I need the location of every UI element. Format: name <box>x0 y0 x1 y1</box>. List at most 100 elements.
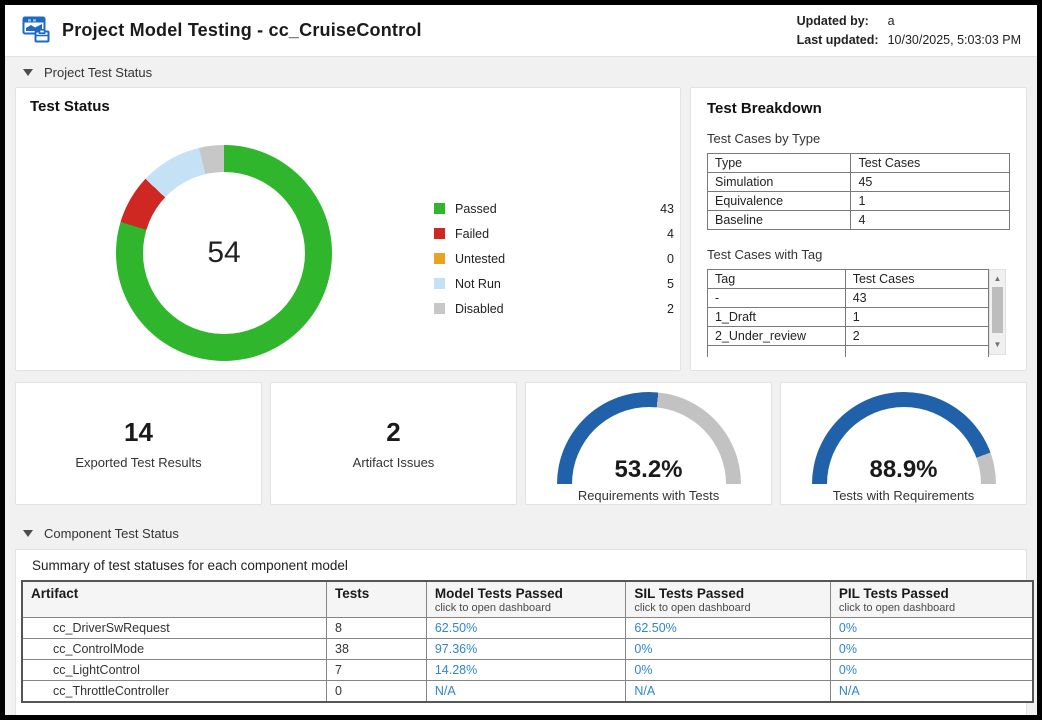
cell: - <box>708 289 846 308</box>
pil-tests-passed-link[interactable]: 0% <box>830 618 1033 639</box>
table-row: Baseline4 <box>708 211 1010 230</box>
legend-label: Failed <box>455 227 489 241</box>
tests-cell: 38 <box>327 639 427 660</box>
legend-item-passed[interactable]: Passed 43 <box>434 196 674 221</box>
legend-value: 4 <box>667 227 674 241</box>
tests-with-requirements-label: Tests with Requirements <box>833 488 975 503</box>
legend-swatch <box>434 203 445 214</box>
cell: 1 <box>845 308 988 327</box>
component-row-cc_ThrottleController: cc_ThrottleController0N/AN/AN/A <box>22 681 1033 702</box>
legend-value: 0 <box>667 252 674 266</box>
updated-by-value: a <box>888 12 1021 30</box>
test-cases-with-tag-table: TagTest Cases-431_Draft12_Under_review2 <box>707 269 989 357</box>
column-header-model-tests-passed: Model Tests Passedclick to open dashboar… <box>426 581 626 618</box>
sil-tests-passed-link[interactable]: 62.50% <box>626 618 831 639</box>
column-label: Tests <box>335 586 418 601</box>
cell <box>708 346 846 358</box>
tests-cell: 0 <box>327 681 427 702</box>
legend-item-not-run[interactable]: Not Run 5 <box>434 271 674 296</box>
column-header-artifact: Artifact <box>22 581 327 618</box>
last-updated-value: 10/30/2025, 5:03:03 PM <box>888 31 1021 49</box>
donut-total: 54 <box>207 236 240 270</box>
legend-item-failed[interactable]: Failed 4 <box>434 221 674 246</box>
section-label: Component Test Status <box>44 526 179 541</box>
legend-label: Untested <box>455 252 505 266</box>
legend-value: 5 <box>667 277 674 291</box>
tests-with-requirements-gauge[interactable]: 88.9% <box>812 392 996 484</box>
collapse-triangle-icon[interactable] <box>23 69 33 76</box>
legend-label: Disabled <box>455 302 504 316</box>
test-breakdown-panel: Test Breakdown Test Cases by Type TypeTe… <box>690 87 1027 371</box>
updated-info: Updated by: a Last updated: 10/30/2025, … <box>797 12 1021 49</box>
test-status-donut-chart[interactable]: 54 <box>116 145 332 361</box>
test-breakdown-title: Test Breakdown <box>707 100 1010 117</box>
requirements-with-tests-value: 53.2% <box>557 456 741 484</box>
sil-tests-passed-link[interactable]: 0% <box>626 639 831 660</box>
legend-swatch <box>434 253 445 264</box>
component-row-cc_DriverSwRequest: cc_DriverSwRequest862.50%62.50%0% <box>22 618 1033 639</box>
legend-item-disabled[interactable]: Disabled 2 <box>434 296 674 321</box>
model-tests-passed-link[interactable]: N/A <box>426 681 626 702</box>
cell: 2_Under_review <box>708 327 846 346</box>
model-tests-passed-link[interactable]: 62.50% <box>426 618 626 639</box>
legend-swatch <box>434 228 445 239</box>
model-testing-dashboard-icon <box>22 16 52 44</box>
scroll-down-icon[interactable]: ▼ <box>990 340 1005 350</box>
tag-table-scrollbar[interactable]: ▲ ▼ <box>989 269 1006 355</box>
table-row: Simulation45 <box>708 173 1010 192</box>
requirements-with-tests-label: Requirements with Tests <box>578 488 719 503</box>
artifact-cell: cc_ThrottleController <box>22 681 327 702</box>
model-tests-passed-link[interactable]: 14.28% <box>426 660 626 681</box>
sil-tests-passed-link[interactable]: N/A <box>626 681 831 702</box>
sil-tests-passed-link[interactable]: 0% <box>626 660 831 681</box>
section-component-test-status[interactable]: Component Test Status <box>5 518 1037 548</box>
table-row: 1_Draft1 <box>708 308 989 327</box>
legend-label: Not Run <box>455 277 501 291</box>
artifact-issues-value: 2 <box>386 417 400 448</box>
exported-test-results-label: Exported Test Results <box>75 455 201 470</box>
cell: 1_Draft <box>708 308 846 327</box>
exported-test-results-card: 14 Exported Test Results <box>15 382 262 505</box>
component-test-status-panel: Summary of test statuses for each compon… <box>15 549 1027 715</box>
legend-swatch <box>434 278 445 289</box>
column-sublabel: click to open dashboard <box>839 602 1024 614</box>
column-header-sil-tests-passed: SIL Tests Passedclick to open dashboard <box>626 581 831 618</box>
component-row-cc_ControlMode: cc_ControlMode3897.36%0%0% <box>22 639 1033 660</box>
model-tests-passed-link[interactable]: 97.36% <box>426 639 626 660</box>
legend-value: 43 <box>660 202 674 216</box>
updated-by-label: Updated by: <box>797 12 879 30</box>
tests-cell: 8 <box>327 618 427 639</box>
cell: 45 <box>851 173 1010 192</box>
section-project-test-status[interactable]: Project Test Status <box>5 57 1037 87</box>
requirements-with-tests-gauge[interactable]: 53.2% <box>557 392 741 484</box>
column-sublabel: click to open dashboard <box>435 602 618 614</box>
column-label: Artifact <box>31 586 318 601</box>
scroll-up-icon[interactable]: ▲ <box>990 274 1005 284</box>
collapse-triangle-icon[interactable] <box>23 530 33 537</box>
header-cell: Test Cases <box>851 154 1010 173</box>
table-row: Equivalence1 <box>708 192 1010 211</box>
test-cases-by-type-table: TypeTest CasesSimulation45Equivalence1Ba… <box>707 153 1010 230</box>
cell: Equivalence <box>708 192 851 211</box>
column-label: Model Tests Passed <box>435 586 618 601</box>
artifact-issues-card: 2 Artifact Issues <box>270 382 517 505</box>
artifact-cell: cc_ControlMode <box>22 639 327 660</box>
pil-tests-passed-link[interactable]: 0% <box>830 660 1033 681</box>
artifact-cell: cc_DriverSwRequest <box>22 618 327 639</box>
test-status-panel: Test Status 54 Passed 43 Failed 4 Untest… <box>15 87 681 371</box>
legend-label: Passed <box>455 202 497 216</box>
table-header-row: TypeTest Cases <box>708 154 1010 173</box>
tests-cell: 7 <box>327 660 427 681</box>
section-label: Project Test Status <box>44 65 152 80</box>
scrollbar-thumb[interactable] <box>992 287 1003 333</box>
requirements-with-tests-card: 53.2% Requirements with Tests <box>525 382 772 505</box>
test-status-legend: Passed 43 Failed 4 Untested 0 Not Run 5 … <box>434 196 674 321</box>
legend-item-untested[interactable]: Untested 0 <box>434 246 674 271</box>
table-row <box>708 346 989 358</box>
pil-tests-passed-link[interactable]: 0% <box>830 639 1033 660</box>
column-label: SIL Tests Passed <box>634 586 822 601</box>
cell: 1 <box>851 192 1010 211</box>
column-sublabel: click to open dashboard <box>634 602 822 614</box>
pil-tests-passed-link[interactable]: N/A <box>830 681 1033 702</box>
column-header-tests: Tests <box>327 581 427 618</box>
